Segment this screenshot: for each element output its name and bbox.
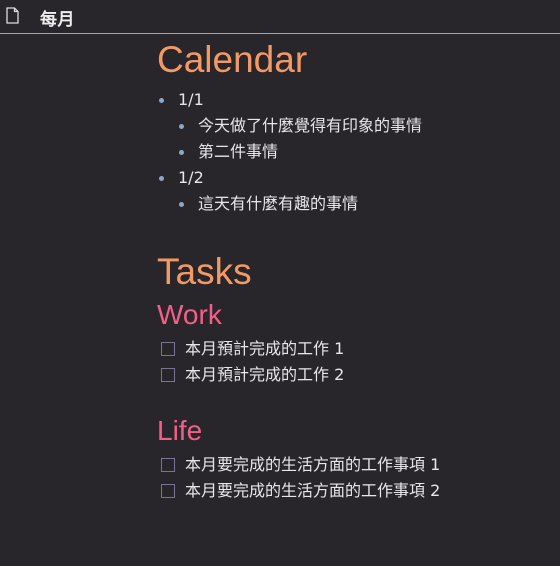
- task-label: 本月要完成的生活方面的工作事項 1: [185, 455, 441, 474]
- calendar-entry: 這天有什麼有趣的事情: [198, 194, 359, 213]
- life-heading: Life: [157, 415, 203, 446]
- task-checkbox[interactable]: [161, 342, 175, 356]
- document-icon: [6, 7, 19, 28]
- task-item: 本月預計完成的工作 2: [157, 362, 557, 388]
- task-label: 本月預計完成的工作 2: [185, 365, 345, 384]
- calendar-list: 1/1 今天做了什麼覺得有印象的事情 第二件事情 1/2 這天有什麼有趣的事情: [157, 87, 557, 217]
- list-item: 這天有什麼有趣的事情: [157, 191, 557, 217]
- work-task-list: 本月預計完成的工作 1 本月預計完成的工作 2: [157, 336, 557, 388]
- bullet-icon: [179, 150, 184, 155]
- task-item: 本月要完成的生活方面的工作事項 2: [157, 478, 557, 504]
- list-item: 今天做了什麼覺得有印象的事情: [157, 113, 557, 139]
- task-checkbox[interactable]: [161, 458, 175, 472]
- task-label: 本月要完成的生活方面的工作事項 2: [185, 481, 441, 500]
- life-task-list: 本月要完成的生活方面的工作事項 1 本月要完成的生活方面的工作事項 2: [157, 452, 557, 504]
- task-item: 本月要完成的生活方面的工作事項 1: [157, 452, 557, 478]
- calendar-day-label: 1/1: [178, 90, 204, 109]
- task-label: 本月預計完成的工作 1: [185, 339, 345, 358]
- task-checkbox[interactable]: [161, 484, 175, 498]
- bullet-icon: [159, 98, 164, 103]
- bullet-icon: [179, 202, 184, 207]
- task-checkbox[interactable]: [161, 368, 175, 382]
- bullet-icon: [179, 124, 184, 129]
- tasks-heading: Tasks: [157, 251, 252, 292]
- work-heading: Work: [157, 299, 222, 330]
- calendar-entry: 今天做了什麼覺得有印象的事情: [198, 116, 423, 135]
- bullet-icon: [159, 176, 164, 181]
- page-title: 每月: [40, 10, 75, 30]
- task-item: 本月預計完成的工作 1: [157, 336, 557, 362]
- calendar-entry: 第二件事情: [198, 142, 279, 161]
- title-bar: 每月: [0, 0, 560, 34]
- calendar-day-label: 1/2: [178, 168, 204, 187]
- list-item: 1/1: [157, 87, 557, 113]
- calendar-heading: Calendar: [157, 39, 308, 80]
- list-item: 第二件事情: [157, 139, 557, 165]
- list-item: 1/2: [157, 165, 557, 191]
- document-body: Calendar 1/1 今天做了什麼覺得有印象的事情 第二件事情 1/2 這天…: [157, 36, 557, 504]
